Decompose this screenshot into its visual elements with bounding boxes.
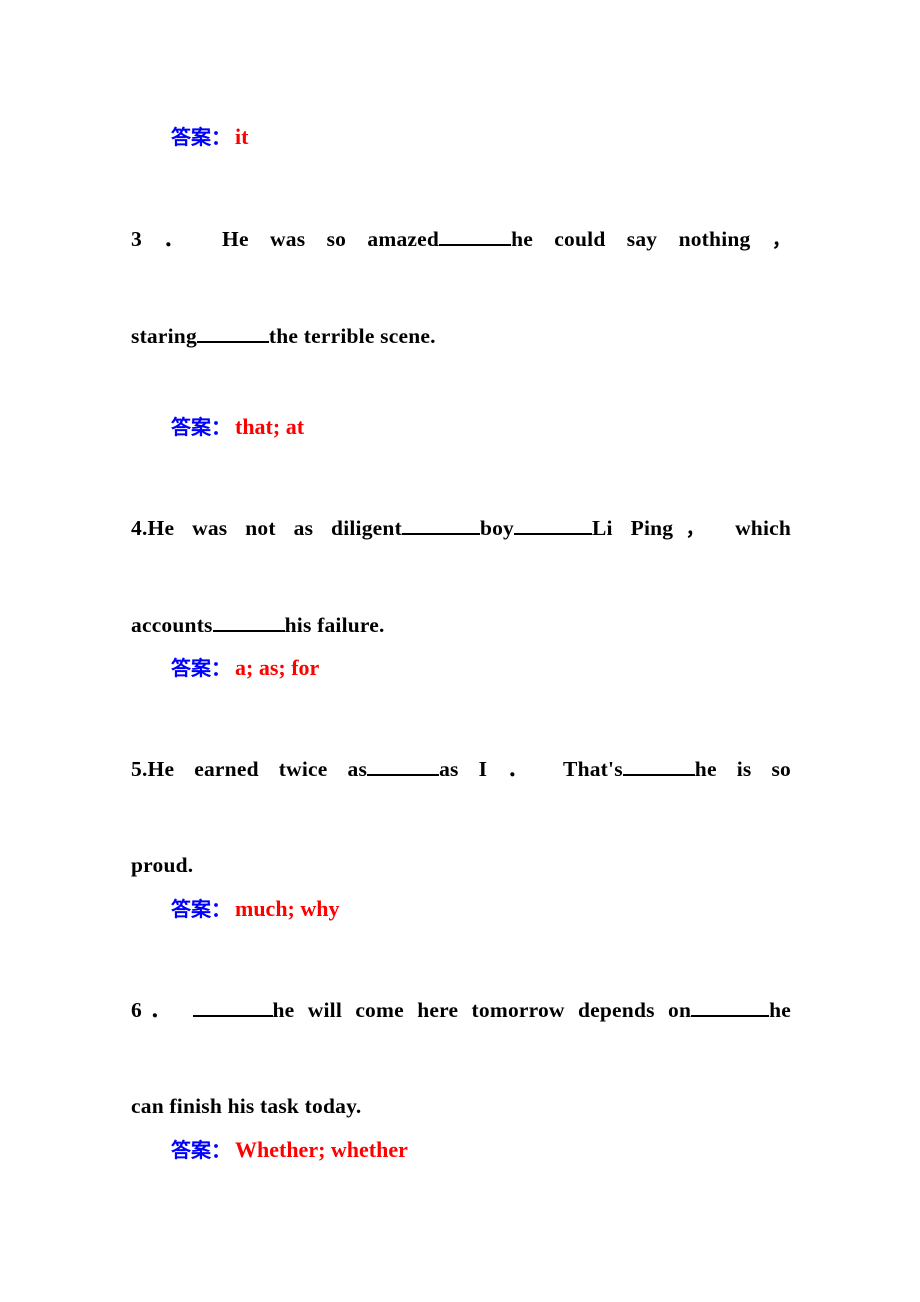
question-4-line-1: 4.He was not as diligent boy Li Ping， whic… — [131, 504, 791, 601]
answer-value: a; as; for — [235, 655, 320, 680]
answer-line-3: 答案： a; as; for — [131, 653, 831, 683]
answer-value: Whether; whether — [235, 1137, 408, 1162]
answer-label: 答案： — [171, 656, 231, 680]
question-5: 5.He earned twice as as I ． That's he is s… — [131, 745, 791, 889]
question-4-text-c: Li Ping — [592, 516, 674, 540]
question-6-blank-1[interactable] — [192, 994, 273, 1017]
answer-value: it — [235, 124, 249, 149]
answer-label: 答案： — [171, 897, 231, 921]
question-4-text-a: He was not as diligent — [147, 516, 402, 540]
question-3-number: 3 ． — [131, 227, 201, 251]
question-3: 3 ． He was so amazed he could say nothing… — [131, 215, 791, 360]
question-6-text-a: he will come here tomorrow depends on — [272, 998, 692, 1022]
question-3-blank-1[interactable] — [439, 223, 512, 246]
question-3-text-b: he could say nothing — [511, 227, 751, 251]
question-5-text-a: He earned twice as — [147, 757, 368, 781]
question-6-line-1: 6． he will come here tomorrow depends on… — [131, 986, 791, 1082]
question-5-blank-1[interactable] — [367, 753, 440, 776]
question-5-text-c: That's — [563, 757, 623, 781]
question-6: 6． he will come here tomorrow depends on… — [131, 986, 791, 1130]
answer-value: much; why — [235, 896, 340, 921]
question-4-blank-3[interactable] — [212, 609, 285, 632]
question-6-number: 6． — [131, 998, 180, 1022]
question-6-blank-2[interactable] — [691, 994, 770, 1017]
question-5-text-b: as I ． — [439, 757, 544, 781]
question-5-number: 5. — [131, 757, 148, 781]
question-4: 4.He was not as diligent boy Li Ping， whic… — [131, 504, 791, 649]
question-4-number: 4. — [131, 516, 148, 540]
question-4-text-e: accounts — [131, 613, 213, 637]
question-4-blank-2[interactable] — [514, 512, 593, 535]
question-4-text-f: his failure. — [284, 613, 385, 637]
question-3-line-1: 3 ． He was so amazed he could say nothing… — [131, 215, 791, 312]
question-3-text-d: the terrible scene. — [268, 324, 436, 348]
answer-label: 答案： — [171, 125, 231, 149]
answer-line-2: 答案： that; at — [131, 412, 831, 442]
question-4-line-2: accounts his failure. — [131, 601, 791, 649]
question-3-blank-2[interactable] — [196, 320, 269, 343]
question-3-comma: ， — [771, 229, 792, 251]
question-5-line-1: 5.He earned twice as as I ． That's he is s… — [131, 745, 791, 841]
answer-label: 答案： — [171, 415, 231, 439]
question-6-line-2: can finish his task today. — [131, 1094, 362, 1118]
answer-label: 答案： — [171, 1138, 231, 1162]
answer-value: that; at — [235, 414, 305, 439]
question-6-text-b: he — [769, 998, 792, 1022]
question-4-comma: ， — [673, 518, 718, 540]
document-page: 答案： it 3 ． He was so amazed he could say n… — [0, 0, 920, 1302]
question-3-line-2: staring the terrible scene. — [131, 312, 791, 360]
answer-line-1: 答案： it — [131, 122, 831, 152]
question-3-text-a: He was so amazed — [222, 227, 440, 251]
question-4-text-d: which — [735, 516, 792, 540]
question-5-text-d: he is so — [694, 757, 792, 781]
question-4-text-b: boy — [479, 516, 515, 540]
question-3-text-c: staring — [131, 324, 197, 348]
question-5-blank-2[interactable] — [622, 753, 695, 776]
answer-line-4: 答案： much; why — [131, 894, 831, 924]
question-4-blank-1[interactable] — [401, 512, 480, 535]
answer-line-5: 答案： Whether; whether — [131, 1135, 831, 1165]
question-5-line-2: proud. — [131, 853, 194, 877]
